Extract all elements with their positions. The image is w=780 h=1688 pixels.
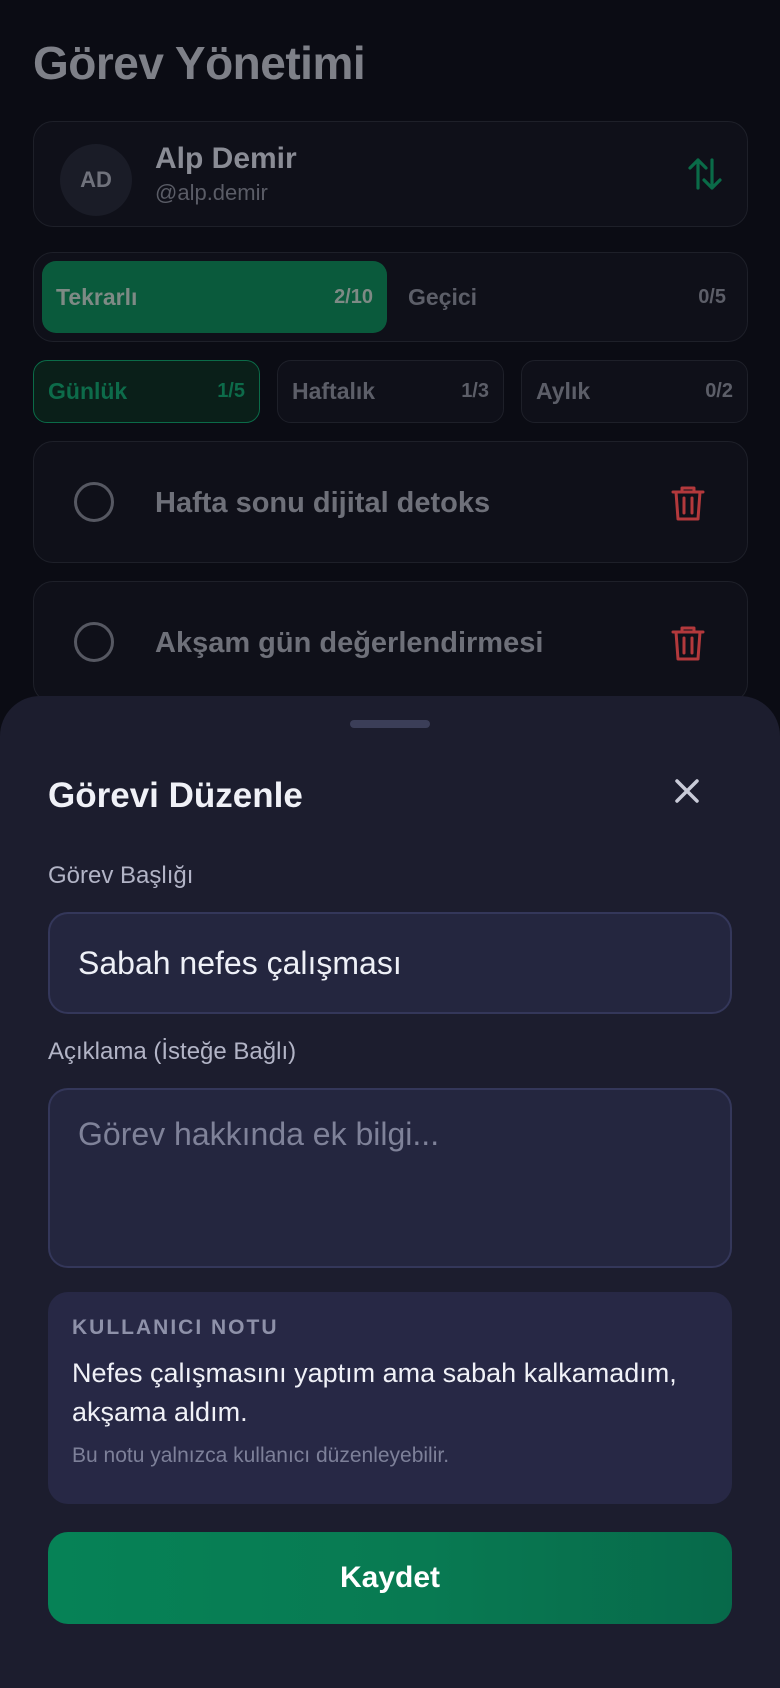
user-note-text: Nefes çalışmasını yaptım ama sabah kalka… bbox=[72, 1358, 677, 1427]
save-button[interactable]: Kaydet bbox=[48, 1532, 732, 1624]
task-checkbox[interactable] bbox=[74, 482, 114, 522]
title-field-label: Görev Başlığı bbox=[48, 862, 194, 889]
sheet-title: Görevi Düzenle bbox=[48, 776, 303, 815]
tab-label: Tekrarlı bbox=[56, 283, 138, 310]
task-card[interactable]: Hafta sonu dijital detoks bbox=[33, 441, 748, 563]
tab-daily[interactable]: Günlük 1/5 bbox=[33, 360, 260, 423]
tab-weekly[interactable]: Haftalık 1/3 bbox=[277, 360, 504, 423]
tab-count: 0/5 bbox=[698, 285, 726, 308]
tab-count: 2/10 bbox=[334, 285, 373, 308]
sort-arrows-icon[interactable] bbox=[685, 154, 725, 194]
task-title-value: Sabah nefes çalışması bbox=[78, 944, 402, 981]
task-title-input[interactable]: Sabah nefes çalışması bbox=[48, 912, 732, 1014]
edit-task-sheet: Görevi Düzenle Görev Başlığı Sabah nefes… bbox=[0, 696, 780, 1688]
tab-monthly[interactable]: Aylık 0/2 bbox=[521, 360, 748, 423]
task-type-tabs: Tekrarlı 2/10 Geçici 0/5 bbox=[33, 252, 748, 342]
tab-label: Aylık bbox=[536, 378, 591, 404]
tab-temporary[interactable]: Geçici 0/5 bbox=[394, 261, 740, 333]
tab-label: Geçici bbox=[408, 283, 478, 310]
user-note-label: KULLANICI NOTU bbox=[72, 1316, 279, 1339]
page-title: Görev Yönetimi bbox=[33, 37, 366, 89]
trash-icon[interactable] bbox=[671, 484, 705, 522]
user-handle: @alp.demir bbox=[155, 180, 268, 205]
task-title: Akşam gün değerlendirmesi bbox=[155, 627, 544, 659]
description-field-label: Açıklama (İsteğe Bağlı) bbox=[48, 1038, 297, 1065]
avatar: AD bbox=[60, 144, 132, 216]
tab-count: 1/5 bbox=[217, 380, 245, 402]
sheet-grab-handle[interactable] bbox=[350, 720, 430, 728]
tab-label: Günlük bbox=[48, 378, 128, 404]
tab-count: 1/3 bbox=[461, 380, 489, 402]
user-note-box: KULLANICI NOTU Nefes çalışmasını yaptım … bbox=[48, 1292, 732, 1504]
tab-count: 0/2 bbox=[705, 380, 733, 402]
task-card[interactable]: Akşam gün değerlendirmesi bbox=[33, 581, 748, 703]
user-card[interactable]: AD Alp Demir @alp.demir bbox=[33, 121, 748, 227]
tab-recurring[interactable]: Tekrarlı 2/10 bbox=[42, 261, 387, 333]
close-icon[interactable] bbox=[670, 774, 704, 808]
description-placeholder: Görev hakkında ek bilgi... bbox=[78, 1116, 440, 1152]
task-title: Hafta sonu dijital detoks bbox=[155, 487, 491, 519]
task-checkbox[interactable] bbox=[74, 622, 114, 662]
user-name: Alp Demir bbox=[155, 142, 297, 175]
user-note-hint: Bu notu yalnızca kullanıcı düzenleyebili… bbox=[72, 1444, 450, 1467]
description-textarea[interactable]: Görev hakkında ek bilgi... bbox=[48, 1088, 732, 1268]
trash-icon[interactable] bbox=[671, 624, 705, 662]
tab-label: Haftalık bbox=[292, 378, 376, 404]
